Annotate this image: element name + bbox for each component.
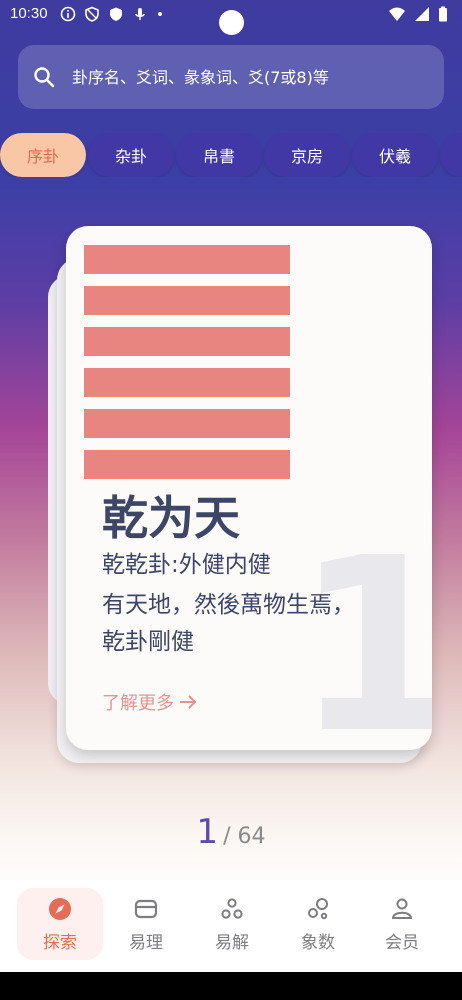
nav-xiangshu[interactable]: 象数 <box>275 888 361 960</box>
nav-yili[interactable]: 易理 <box>103 888 189 960</box>
nav-explore-label: 探索 <box>43 932 77 953</box>
tab-jingfang[interactable]: 京房 <box>264 133 350 177</box>
mic-icon <box>135 8 145 20</box>
hexagram-card[interactable]: 1 乾为天 乾乾卦:外健内健 有天地，然後萬物生焉， 乾卦剛健 了解更多 <box>66 226 432 750</box>
search-icon <box>34 67 55 88</box>
nav-xiangshu-label: 象数 <box>301 932 335 953</box>
compass-icon <box>49 897 71 920</box>
category-tabs: 序卦 杂卦 帛書 京房 伏羲 <box>0 133 462 177</box>
yao-line <box>84 327 290 356</box>
page-indicator: 1 / 64 <box>0 812 462 852</box>
page-current: 1 <box>196 812 219 852</box>
tab-more[interactable] <box>440 133 462 177</box>
nav-member[interactable]: 会员 <box>359 888 445 960</box>
battery-icon <box>439 6 447 22</box>
hexagram-desc-line2: 乾卦剛健 <box>102 629 194 655</box>
yao-line <box>84 286 290 315</box>
tab-zagua[interactable]: 杂卦 <box>88 133 174 177</box>
camera-cutout <box>219 10 244 35</box>
nav-yijie[interactable]: 易解 <box>189 888 275 960</box>
bottom-navigation: 探索 易理 易解 象数 会员 <box>0 880 462 970</box>
system-navigation-bar <box>0 972 462 1000</box>
hexagram-desc-line1: 有天地，然後萬物生焉， <box>102 592 355 618</box>
status-time: 10:30 <box>10 5 48 22</box>
page-total: / 64 <box>223 824 266 849</box>
nav-yili-label: 易理 <box>129 932 163 953</box>
circles-icon <box>308 897 328 919</box>
hexagram-name: 乾为天 <box>102 491 240 545</box>
search-input[interactable] <box>72 63 432 91</box>
status-bar: 10:30 <box>0 0 462 35</box>
nav-explore[interactable]: 探索 <box>17 888 103 960</box>
status-icons-left <box>60 6 164 22</box>
info-icon <box>60 6 76 22</box>
yao-line <box>84 245 290 274</box>
dot-icon <box>158 12 162 16</box>
vpn-shield-icon <box>110 7 122 21</box>
tab-fuxi[interactable]: 伏羲 <box>352 133 438 177</box>
dots-icon <box>221 897 243 919</box>
wallet-icon <box>134 899 158 918</box>
tab-xugua[interactable]: 序卦 <box>0 133 86 177</box>
yao-line <box>84 368 290 397</box>
learn-more-link[interactable]: 了解更多 <box>102 689 198 715</box>
yao-line <box>84 450 290 479</box>
hexagram-number-watermark: 1 <box>294 506 432 750</box>
arrow-right-icon <box>180 695 197 709</box>
signal-icon <box>415 7 429 21</box>
nav-member-label: 会员 <box>385 932 419 953</box>
search-bar[interactable] <box>18 45 444 109</box>
learn-more-label: 了解更多 <box>102 693 174 714</box>
shield-icon <box>85 6 99 22</box>
yao-line <box>84 409 290 438</box>
user-icon <box>391 898 413 919</box>
tab-boshu[interactable]: 帛書 <box>176 133 262 177</box>
nav-yijie-label: 易解 <box>215 932 249 953</box>
hexagram-subtitle: 乾乾卦:外健内健 <box>102 552 271 578</box>
wifi-icon <box>389 7 405 21</box>
status-icons-right <box>388 6 448 22</box>
